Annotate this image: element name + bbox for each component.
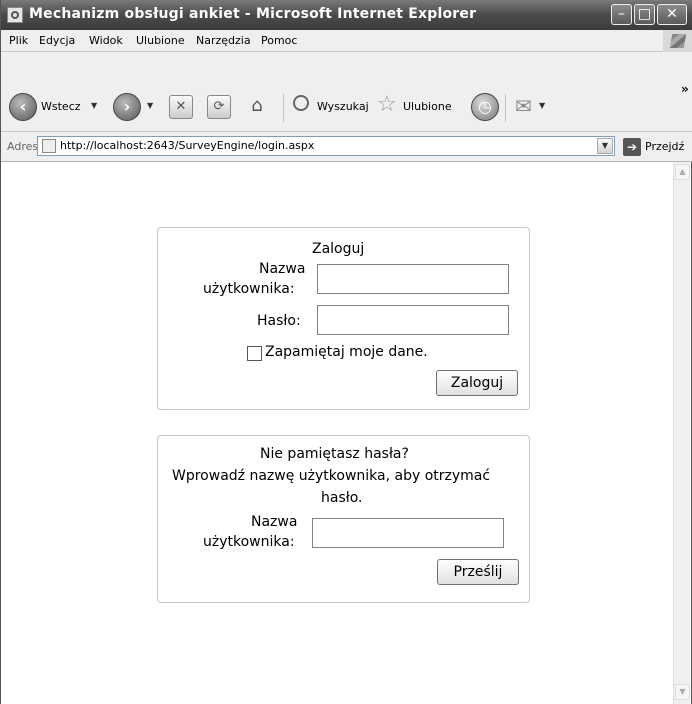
recovery-username-label-line2: użytkownika: — [203, 534, 295, 550]
login-button[interactable]: Zaloguj — [436, 370, 518, 396]
toolbar — [1, 52, 692, 132]
login-password-label: Hasło: — [257, 313, 301, 329]
browser-window: Mechanizm obsługi ankiet - Microsoft Int… — [0, 0, 692, 704]
recovery-instruction-line2: hasło. — [321, 490, 363, 506]
login-username-label-line2: użytkownika: — [203, 281, 295, 297]
back-dropdown-icon[interactable]: ▼ — [91, 101, 97, 110]
recovery-username-input[interactable] — [312, 518, 504, 548]
maximize-button[interactable]: □ — [634, 4, 655, 25]
login-username-label-line1: Nazwa — [259, 261, 306, 277]
stop-icon[interactable]: ✕ — [169, 95, 193, 119]
favorites-star-icon[interactable]: ☆ — [377, 92, 397, 117]
address-dropdown-icon[interactable]: ▼ — [597, 138, 613, 154]
home-icon[interactable]: ⌂ — [245, 95, 269, 119]
minimize-button[interactable]: – — [611, 4, 632, 25]
windows-logo-icon — [663, 30, 692, 52]
page-icon — [42, 139, 56, 153]
back-arrow-icon[interactable]: ‹ — [9, 93, 37, 121]
ie-page-icon — [7, 7, 23, 23]
address-field[interactable]: http://localhost:2643/SurveyEngine/login… — [37, 136, 615, 156]
back-button-label[interactable]: Wstecz — [41, 100, 81, 113]
scroll-down-icon[interactable]: ▼ — [675, 684, 690, 700]
menu-item-pomoc[interactable]: Pomoc — [261, 34, 297, 47]
menu-item-narzedzia[interactable]: Narzędzia — [196, 34, 251, 47]
address-url[interactable]: http://localhost:2643/SurveyEngine/login… — [60, 139, 314, 152]
remember-label[interactable]: Zapamiętaj moje dane. — [265, 344, 428, 360]
toolbar-overflow-icon[interactable]: » — [681, 82, 689, 96]
menu-item-ulubione[interactable]: Ulubione — [136, 34, 185, 47]
vertical-scrollbar[interactable]: ▲ ▼ — [673, 162, 690, 704]
toolbar-separator — [283, 94, 284, 122]
scroll-up-icon[interactable]: ▲ — [675, 164, 690, 180]
go-button-label[interactable]: Przejdź — [645, 140, 684, 153]
recovery-submit-button[interactable]: Prześlij — [437, 559, 519, 585]
menu-bar: Plik Edycja Widok Ulubione Narzędzia Pom… — [1, 30, 692, 52]
menu-item-plik[interactable]: Plik — [9, 34, 28, 47]
forward-dropdown-icon[interactable]: ▼ — [147, 101, 153, 110]
login-password-input[interactable] — [317, 305, 509, 335]
mail-icon[interactable]: ✉ — [515, 94, 532, 118]
refresh-icon[interactable]: ⟳ — [207, 95, 231, 119]
title-bar: Mechanizm obsługi ankiet - Microsoft Int… — [1, 0, 692, 30]
history-icon[interactable]: ◷ — [471, 93, 499, 121]
recovery-instruction-line1: Wprowadź nazwę użytkownika, aby otrzymać — [172, 468, 491, 484]
mail-dropdown-icon[interactable]: ▼ — [539, 101, 545, 110]
login-title: Zaloguj — [312, 241, 365, 257]
window-title: Mechanizm obsługi ankiet - Microsoft Int… — [29, 6, 477, 22]
remember-checkbox[interactable] — [247, 346, 262, 361]
login-username-input[interactable] — [317, 264, 509, 294]
menu-item-widok[interactable]: Widok — [89, 34, 123, 47]
forward-arrow-icon[interactable]: › — [113, 93, 141, 121]
search-icon[interactable] — [293, 95, 309, 111]
favorites-button-label[interactable]: Ulubione — [403, 100, 452, 113]
toolbar-separator — [505, 94, 506, 122]
search-button-label[interactable]: Wyszukaj — [317, 100, 369, 113]
recovery-title: Nie pamiętasz hasła? — [260, 446, 409, 462]
go-arrow-icon[interactable]: ➔ — [623, 138, 641, 156]
menu-item-edycja[interactable]: Edycja — [39, 34, 75, 47]
address-label: Adres — [7, 140, 39, 153]
recovery-username-label-line1: Nazwa — [251, 514, 298, 530]
address-bar: Adres http://localhost:2643/SurveyEngine… — [1, 132, 692, 162]
close-button[interactable]: ✕ — [657, 4, 687, 25]
